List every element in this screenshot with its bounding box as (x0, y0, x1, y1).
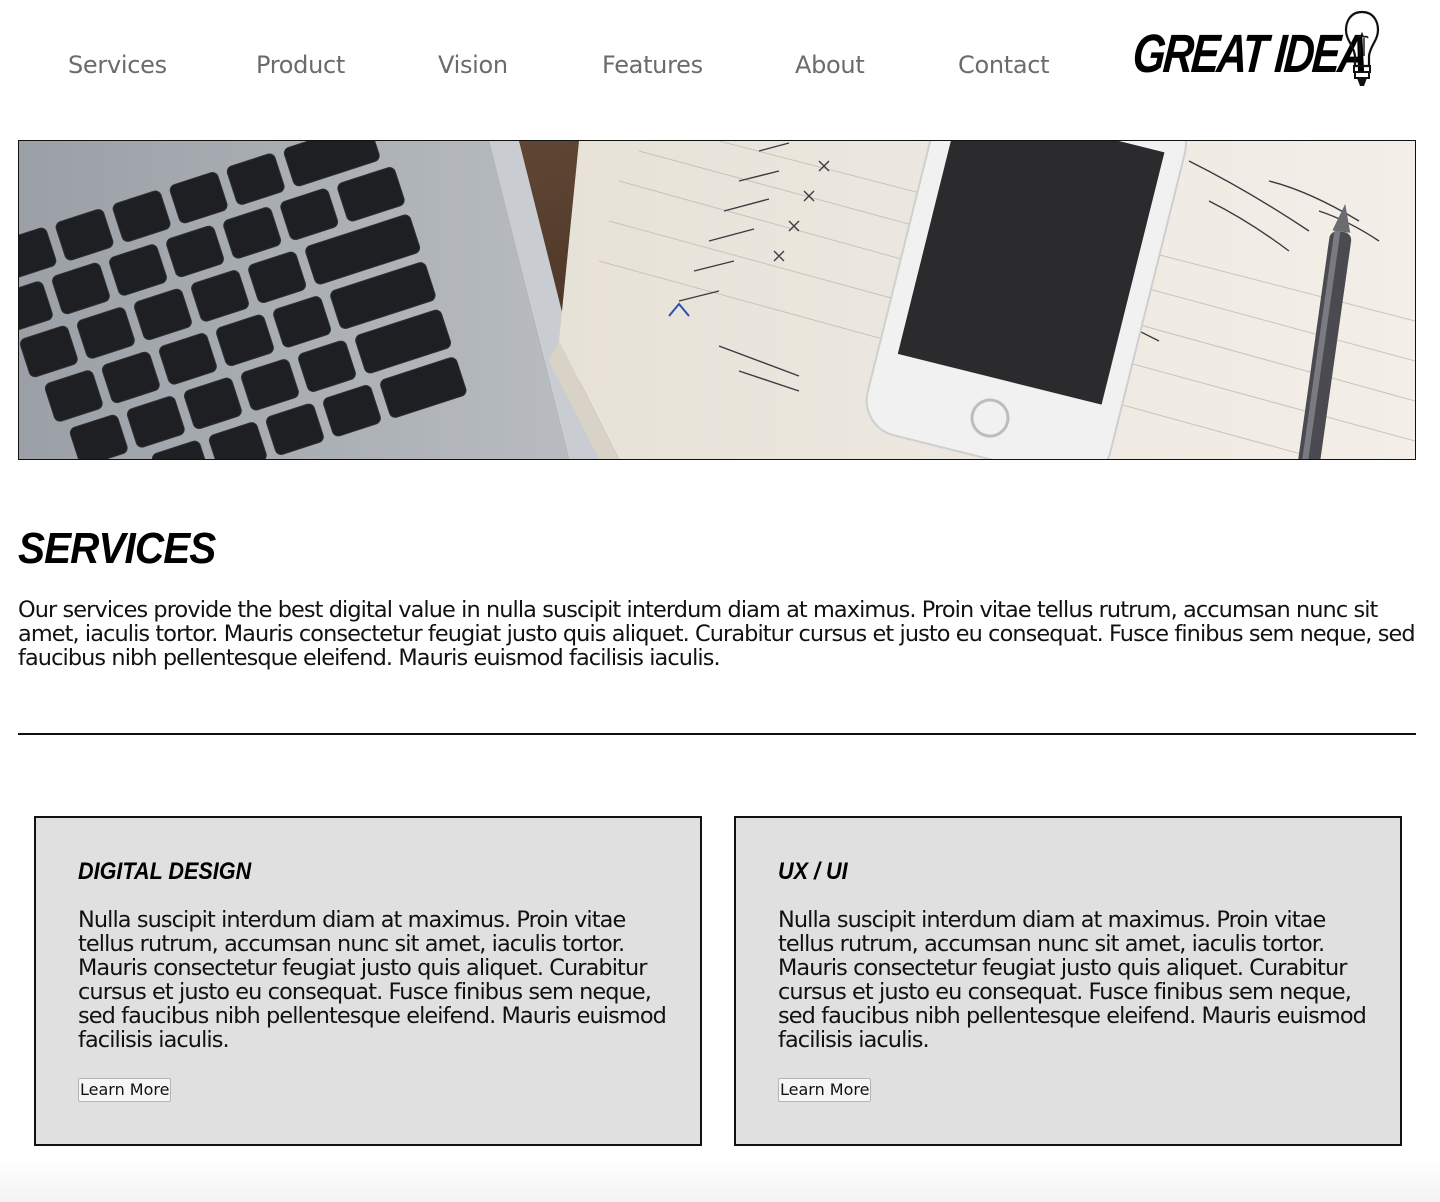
learn-more-button[interactable]: Learn More (778, 1078, 872, 1102)
logo[interactable]: GREAT IDEA (1131, 6, 1380, 94)
hero-image (18, 140, 1416, 460)
card-title: Digital Design (78, 858, 252, 885)
nav-item-services[interactable]: Services (68, 48, 167, 82)
nav-item-product[interactable]: Product (256, 48, 345, 82)
card-title: UX / UI (778, 858, 848, 885)
lightbulb-icon (1344, 10, 1380, 86)
page: Services Product Vision Features About C… (0, 0, 1440, 1202)
section-divider (18, 733, 1416, 735)
nav-item-vision[interactable]: Vision (438, 48, 508, 82)
section-description: Our services provide the best digital va… (18, 597, 1416, 671)
top-nav: Services Product Vision Features About C… (0, 0, 1440, 130)
logo-text: GREAT IDEA (1130, 24, 1369, 84)
footer-fade (0, 1160, 1440, 1202)
nav-item-contact[interactable]: Contact (958, 48, 1050, 82)
nav-item-features[interactable]: Features (602, 48, 703, 82)
card-text: Nulla suscipit interdum diam at maximus.… (778, 907, 1367, 1053)
learn-more-button[interactable]: Learn More (78, 1078, 172, 1102)
card-text: Nulla suscipit interdum diam at maximus.… (78, 907, 667, 1053)
service-card-digital-design: Digital Design Nulla suscipit interdum d… (34, 816, 702, 1146)
service-card-ux-ui: UX / UI Nulla suscipit interdum diam at … (734, 816, 1402, 1146)
nav-item-about[interactable]: About (795, 48, 865, 82)
section-title: Services (18, 524, 216, 573)
